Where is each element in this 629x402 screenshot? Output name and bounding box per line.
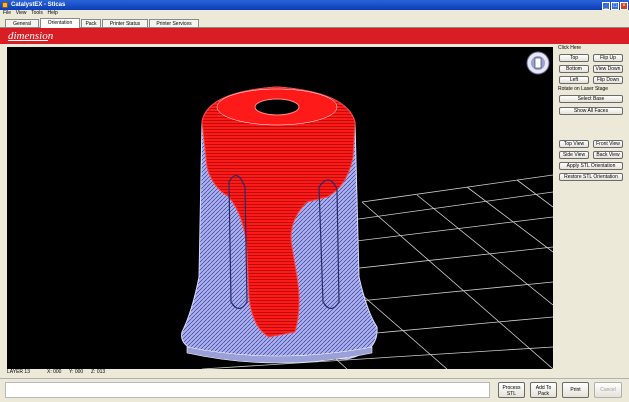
status-bar: LAYER 13 X: 000 Y: 000 Z: 013 [7, 369, 553, 376]
action-bar: Process STL Add To Pack Print Cancel [0, 378, 629, 402]
tab-printer-status[interactable]: Printer Status [102, 19, 148, 27]
x-readout: X: 000 [47, 369, 62, 375]
z-readout: Z: 013 [91, 369, 106, 375]
select-base-button[interactable]: Select Base [559, 95, 623, 103]
top-view-button[interactable]: Top View [559, 140, 589, 148]
brand-bar: dimension [0, 28, 629, 44]
view-left-button[interactable]: Left [559, 76, 589, 84]
orientation-cube-icon[interactable] [526, 51, 550, 75]
model-render [181, 51, 553, 369]
minimize-icon[interactable]: _ [602, 2, 610, 10]
menu-bar: File View Tools Help [0, 10, 629, 17]
app-icon [2, 2, 8, 8]
apply-stl-orientation-button[interactable]: Apply STL Orientation [559, 162, 623, 170]
cancel-button: Cancel [594, 382, 622, 398]
process-stl-button[interactable]: Process STL [498, 382, 525, 398]
3d-viewport[interactable] [7, 47, 553, 369]
tab-bar: General Orientation Pack Printer Status … [0, 17, 629, 28]
flip-up-button[interactable]: Flip Up [593, 54, 623, 62]
tab-orientation[interactable]: Orientation [40, 18, 80, 28]
menu-view[interactable]: View [16, 10, 27, 17]
add-to-pack-button[interactable]: Add To Pack [530, 382, 557, 398]
back-view-button[interactable]: Back View [593, 151, 623, 159]
layer-readout: LAYER 13 [7, 369, 30, 375]
rotate-section-label: Rotate on Laser Stage [558, 86, 609, 92]
close-icon[interactable]: × [620, 2, 628, 10]
front-view-button[interactable]: Front View [593, 140, 623, 148]
view-top-button[interactable]: Top [559, 54, 589, 62]
menu-tools[interactable]: Tools [31, 10, 43, 17]
title-bar: CatalystEX - Stlcas _ □ × [0, 0, 629, 10]
3d-model [181, 86, 378, 364]
view-bottom-button[interactable]: Bottom [559, 65, 589, 73]
menu-file[interactable]: File [3, 10, 11, 17]
view-section-label: Click Here [558, 45, 582, 51]
side-view-button[interactable]: Side View [559, 151, 589, 159]
tab-printer-services[interactable]: Printer Services [149, 19, 199, 27]
window-controls: _ □ × [601, 1, 628, 10]
restore-stl-orientation-button[interactable]: Restore STL Orientation [559, 173, 623, 181]
tab-pack[interactable]: Pack [81, 19, 101, 27]
orientation-panel: Click Here Top Flip Up Bottom View Down … [556, 44, 626, 379]
maximize-icon[interactable]: □ [611, 2, 619, 10]
show-all-faces-button[interactable]: Show All Faces [559, 107, 623, 115]
flip-down-button[interactable]: Flip Down [593, 76, 623, 84]
message-box [5, 382, 490, 398]
print-button[interactable]: Print [562, 382, 589, 398]
brand-underline [8, 40, 48, 41]
menu-help[interactable]: Help [48, 10, 58, 17]
y-readout: Y: 000 [69, 369, 84, 375]
window-title: CatalystEX - Stlcas [11, 2, 66, 8]
view-down-button[interactable]: View Down [593, 65, 623, 73]
tab-general[interactable]: General [5, 19, 39, 27]
